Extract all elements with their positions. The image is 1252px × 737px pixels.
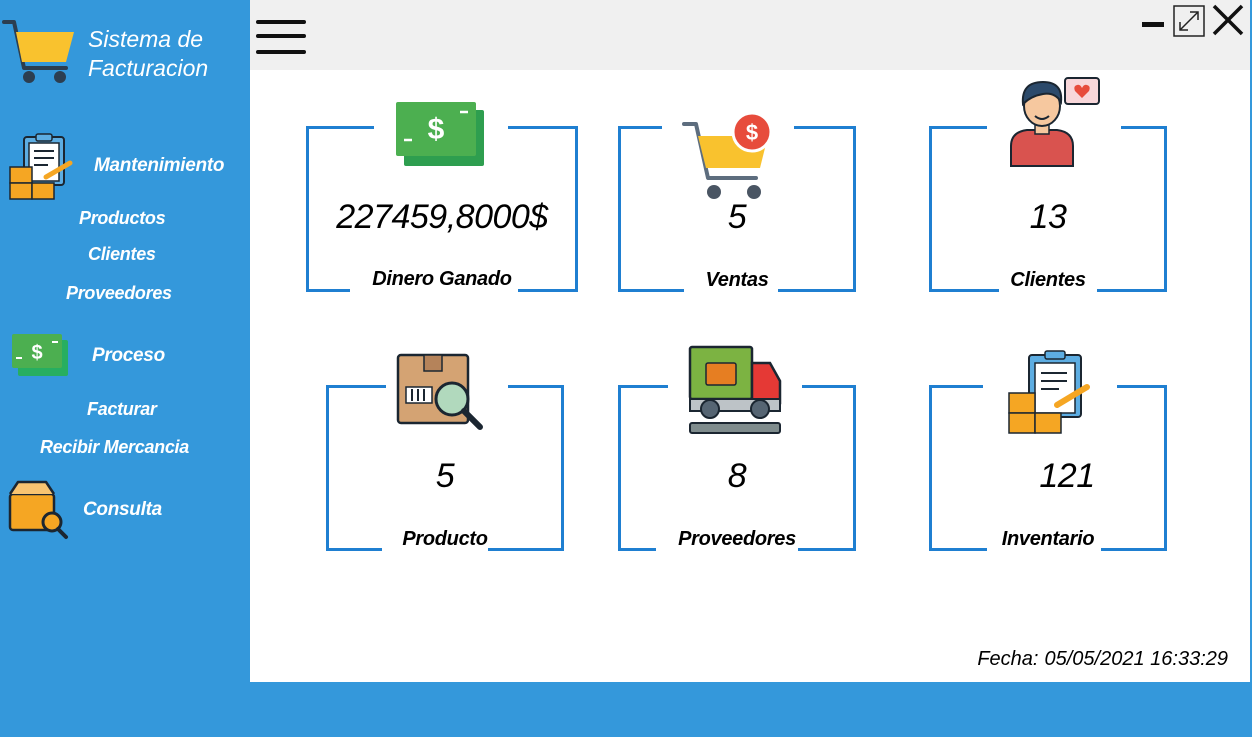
- card-value: 8: [727, 457, 747, 495]
- card-label: Clientes: [1010, 269, 1086, 291]
- card-inventario[interactable]: 121 Inventario: [929, 350, 1167, 551]
- shopping-cart-icon: [2, 20, 74, 83]
- hamburger-menu-icon[interactable]: [256, 18, 306, 58]
- minimize-icon[interactable]: [1140, 8, 1166, 34]
- clipboard-boxes-icon: [1008, 350, 1090, 434]
- sidebar: Sistema de Facturacion Mantenimiento Pro…: [0, 0, 250, 682]
- card-producto[interactable]: 5 Producto: [326, 353, 564, 551]
- box-search-icon: [8, 480, 68, 539]
- card-label: Dinero Ganado: [372, 268, 512, 290]
- sidebar-item-recibir-mercancia[interactable]: Recibir Mercancia: [40, 437, 189, 458]
- card-value: 121: [1039, 457, 1095, 495]
- card-label: Producto: [402, 528, 488, 550]
- sidebar-section-proceso[interactable]: Proceso: [92, 345, 165, 367]
- sidebar-section-mantenimiento[interactable]: Mantenimiento: [94, 155, 224, 177]
- sidebar-item-productos[interactable]: Productos: [79, 208, 166, 229]
- close-icon[interactable]: [1210, 2, 1246, 38]
- sidebar-item-proveedores[interactable]: Proveedores: [66, 283, 172, 304]
- dashboard-main: $ 227459,8000$ Dinero Ganado $ 5 Ventas: [250, 70, 1250, 682]
- card-label: Inventario: [1001, 528, 1095, 550]
- delivery-truck-icon: [688, 345, 782, 434]
- top-bar: [250, 0, 1250, 70]
- box-search-icon: [396, 353, 483, 430]
- card-label: Proveedores: [678, 528, 796, 550]
- date-value: 05/05/2021 16:33:29: [1044, 648, 1228, 670]
- sidebar-item-facturar[interactable]: Facturar: [87, 399, 157, 420]
- date-label: Fecha:: [977, 648, 1039, 670]
- card-value: 13: [1029, 198, 1067, 236]
- sidebar-section-consulta[interactable]: Consulta: [83, 499, 162, 521]
- svg-text:$: $: [428, 113, 445, 146]
- cart-dollar-icon: $: [682, 112, 773, 199]
- money-icon: $: [396, 102, 484, 166]
- card-proveedores[interactable]: 8 Proveedores: [618, 345, 856, 551]
- money-icon: $: [12, 334, 68, 376]
- card-dinero-ganado[interactable]: $ 227459,8000$ Dinero Ganado: [306, 102, 578, 292]
- card-value: 227459,8000$: [336, 198, 548, 236]
- card-label: Ventas: [705, 269, 769, 291]
- card-value: 5: [727, 198, 747, 236]
- customer-icon: [1010, 77, 1100, 167]
- svg-text:$: $: [31, 342, 42, 364]
- maximize-icon[interactable]: [1172, 4, 1206, 38]
- date-time-display: Fecha: 05/05/2021 16:33:29: [977, 648, 1228, 671]
- clipboard-boxes-icon: [9, 133, 73, 200]
- svg-text:$: $: [746, 120, 758, 145]
- card-ventas[interactable]: $ 5 Ventas: [618, 112, 856, 292]
- sidebar-item-clientes[interactable]: Clientes: [88, 244, 156, 265]
- app-title: Sistema de Facturacion: [88, 26, 209, 81]
- card-value: 5: [435, 457, 455, 495]
- card-clientes[interactable]: 13 Clientes: [929, 77, 1167, 292]
